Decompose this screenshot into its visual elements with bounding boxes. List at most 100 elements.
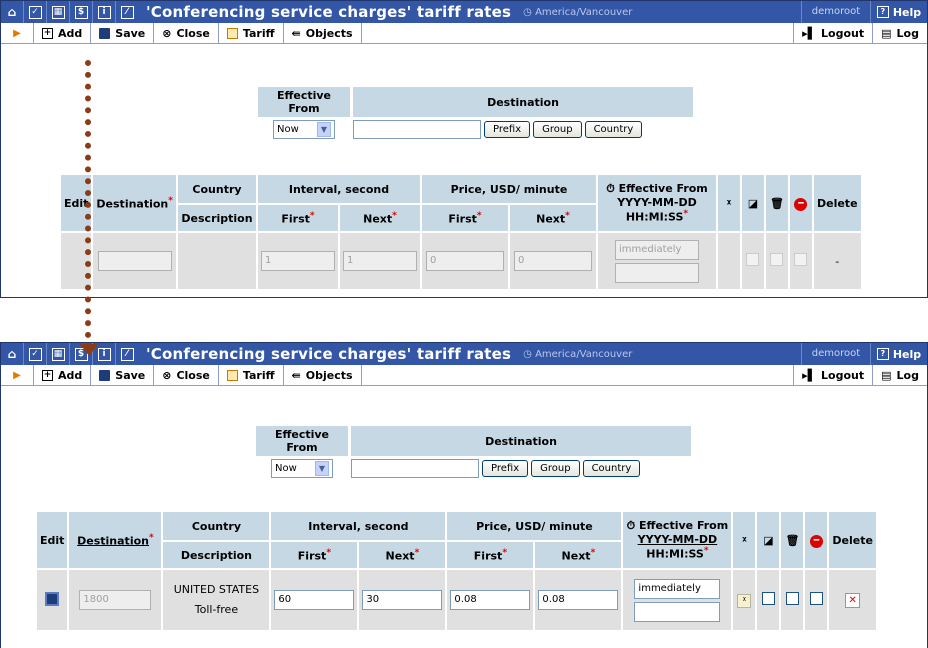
destination-search-input[interactable]	[353, 120, 481, 139]
close-button[interactable]: ⊗ Close	[154, 23, 219, 43]
save-button[interactable]: Save	[91, 365, 155, 385]
log-button[interactable]: ▤ Log	[873, 365, 927, 385]
save-icon	[99, 369, 111, 381]
price-next-input[interactable]: 0	[513, 251, 592, 271]
effective-from-select[interactable]: Now ▼	[273, 120, 335, 139]
save-button[interactable]: Save	[91, 23, 155, 43]
edit-header: Edit	[37, 512, 68, 568]
add-button[interactable]: + Add	[33, 365, 92, 385]
interval-first-input[interactable]: 1	[260, 251, 335, 271]
interval-next-input[interactable]: 30	[362, 590, 443, 610]
help-icon: ?	[876, 348, 889, 360]
destination-header: Destination	[353, 87, 693, 117]
effective-time-input[interactable]	[634, 601, 721, 622]
log-button[interactable]: ▤ Log	[873, 23, 927, 43]
clock-icon: ⏱	[626, 519, 640, 533]
tariff-icon	[226, 27, 238, 39]
effective-from-select[interactable]: Now ▼	[271, 459, 333, 478]
checkbox-3[interactable]	[809, 592, 823, 605]
destination-input: 1800	[79, 590, 152, 610]
price-first-input[interactable]: 0	[425, 251, 504, 271]
interval-col-header: Interval, second	[257, 175, 420, 203]
destination-col-header[interactable]: Destination*	[69, 512, 162, 568]
country-button[interactable]: Country	[584, 121, 643, 138]
logout-button[interactable]: ▸▌ Logout	[794, 365, 874, 385]
rates-grid: Edit Destination* Country Interval, seco…	[35, 510, 878, 632]
formula-icon: ᵡ	[733, 512, 756, 568]
home-icon[interactable]: ⌂	[1, 343, 23, 365]
clock-icon: ◷	[523, 6, 536, 18]
info-icon[interactable]: i	[93, 1, 115, 23]
log-icon: ▤	[881, 368, 892, 382]
objects-icon: ⇚	[291, 26, 301, 40]
checkbox-icon[interactable]: ✓	[24, 343, 46, 365]
country-button[interactable]: Country	[582, 460, 641, 477]
user-label[interactable]: demoroot	[801, 343, 871, 365]
timezone-label[interactable]: ◷ America/Vancouver	[519, 349, 801, 360]
add-button[interactable]: + Add	[33, 23, 92, 43]
logout-button[interactable]: ▸▌ Logout	[794, 23, 874, 43]
group-button[interactable]: Group	[531, 460, 580, 477]
grid-icon[interactable]: ▦	[47, 343, 69, 365]
tariff-button[interactable]: Tariff	[219, 365, 284, 385]
checkbox-1[interactable]	[761, 592, 775, 605]
save-icon	[99, 27, 111, 39]
delete-icon[interactable]: ✕	[845, 592, 861, 608]
clock-icon: ⏱	[606, 182, 619, 196]
add-icon: +	[42, 27, 53, 39]
help-link[interactable]: ? Help	[871, 6, 927, 19]
save-row-icon[interactable]	[45, 591, 60, 606]
checkbox-2[interactable]	[770, 253, 784, 266]
effective-date-input[interactable]: immediately	[614, 239, 699, 260]
close-button[interactable]: ⊗ Close	[154, 365, 219, 385]
block-icon: ━	[789, 175, 812, 231]
home-icon[interactable]: ⌂	[1, 1, 23, 23]
interval-next-input[interactable]: 1	[342, 251, 417, 271]
price-first-header: First*	[421, 205, 508, 231]
interval-first-header: First*	[257, 205, 338, 231]
effective-time-input[interactable]	[614, 262, 699, 283]
dollar-icon[interactable]: $	[70, 1, 92, 23]
destination-search-input[interactable]	[351, 459, 479, 478]
checkbox-1[interactable]	[746, 253, 760, 266]
title-bar: ⌂ ✓ ▦ $ i ⁄ 'Conferencing service charge…	[1, 1, 927, 23]
effective-date-input[interactable]: immediately	[634, 578, 721, 599]
chart-icon[interactable]: ⁄	[116, 1, 138, 23]
price-next-input[interactable]: 0.08	[538, 590, 619, 610]
interval-first-input[interactable]: 60	[274, 590, 355, 610]
effective-from-header: Effective From	[258, 87, 350, 117]
interval-next-header: Next*	[339, 205, 420, 231]
price-next-header: Next*	[509, 205, 596, 231]
chart-icon[interactable]: ⁄	[116, 343, 138, 365]
objects-button[interactable]: ⇚ Objects	[284, 23, 362, 43]
edit-area-icon: ◪	[741, 175, 764, 231]
checkbox-3[interactable]	[794, 253, 808, 266]
group-button[interactable]: Group	[533, 121, 582, 138]
formula-edit-icon[interactable]: ᵡ	[737, 593, 752, 608]
prefix-button[interactable]: Prefix	[484, 121, 531, 138]
grid-icon[interactable]: ▦	[47, 1, 69, 23]
effective-col-header: ⏱ Effective From YYYY-MM-DD HH:MI:SS*	[623, 512, 732, 568]
country-col-header: Country	[177, 175, 256, 203]
description-col-header: Description	[163, 542, 270, 568]
timezone-label[interactable]: ◷ America/Vancouver	[519, 7, 801, 18]
destination-col-header: Destination*	[93, 175, 176, 231]
checkbox-icon[interactable]: ✓	[24, 1, 46, 23]
destination-input[interactable]	[97, 251, 172, 271]
table-row: 1 1 0 0 immediately -	[61, 233, 861, 289]
formula-icon: ᵡ	[717, 175, 740, 231]
tariff-button[interactable]: Tariff	[219, 23, 284, 43]
price-first-input[interactable]: 0.08	[450, 590, 531, 610]
destination-header: Destination	[351, 426, 691, 456]
clock-icon: ◷	[523, 348, 536, 360]
objects-button[interactable]: ⇚ Objects	[284, 365, 362, 385]
prefix-button[interactable]: Prefix	[482, 460, 529, 477]
user-label[interactable]: demoroot	[801, 1, 871, 23]
price-col-header: Price, USD/ minute	[447, 512, 622, 540]
title-bar: ⌂ ✓ ▦ $ i ⁄ 'Conferencing service charge…	[1, 343, 927, 365]
country-col-header: Country	[163, 512, 270, 540]
checkbox-2[interactable]	[785, 592, 799, 605]
description-col-header: Description	[177, 205, 256, 231]
help-link[interactable]: ? Help	[871, 348, 927, 361]
play-arrow-icon: ▶	[13, 27, 21, 39]
